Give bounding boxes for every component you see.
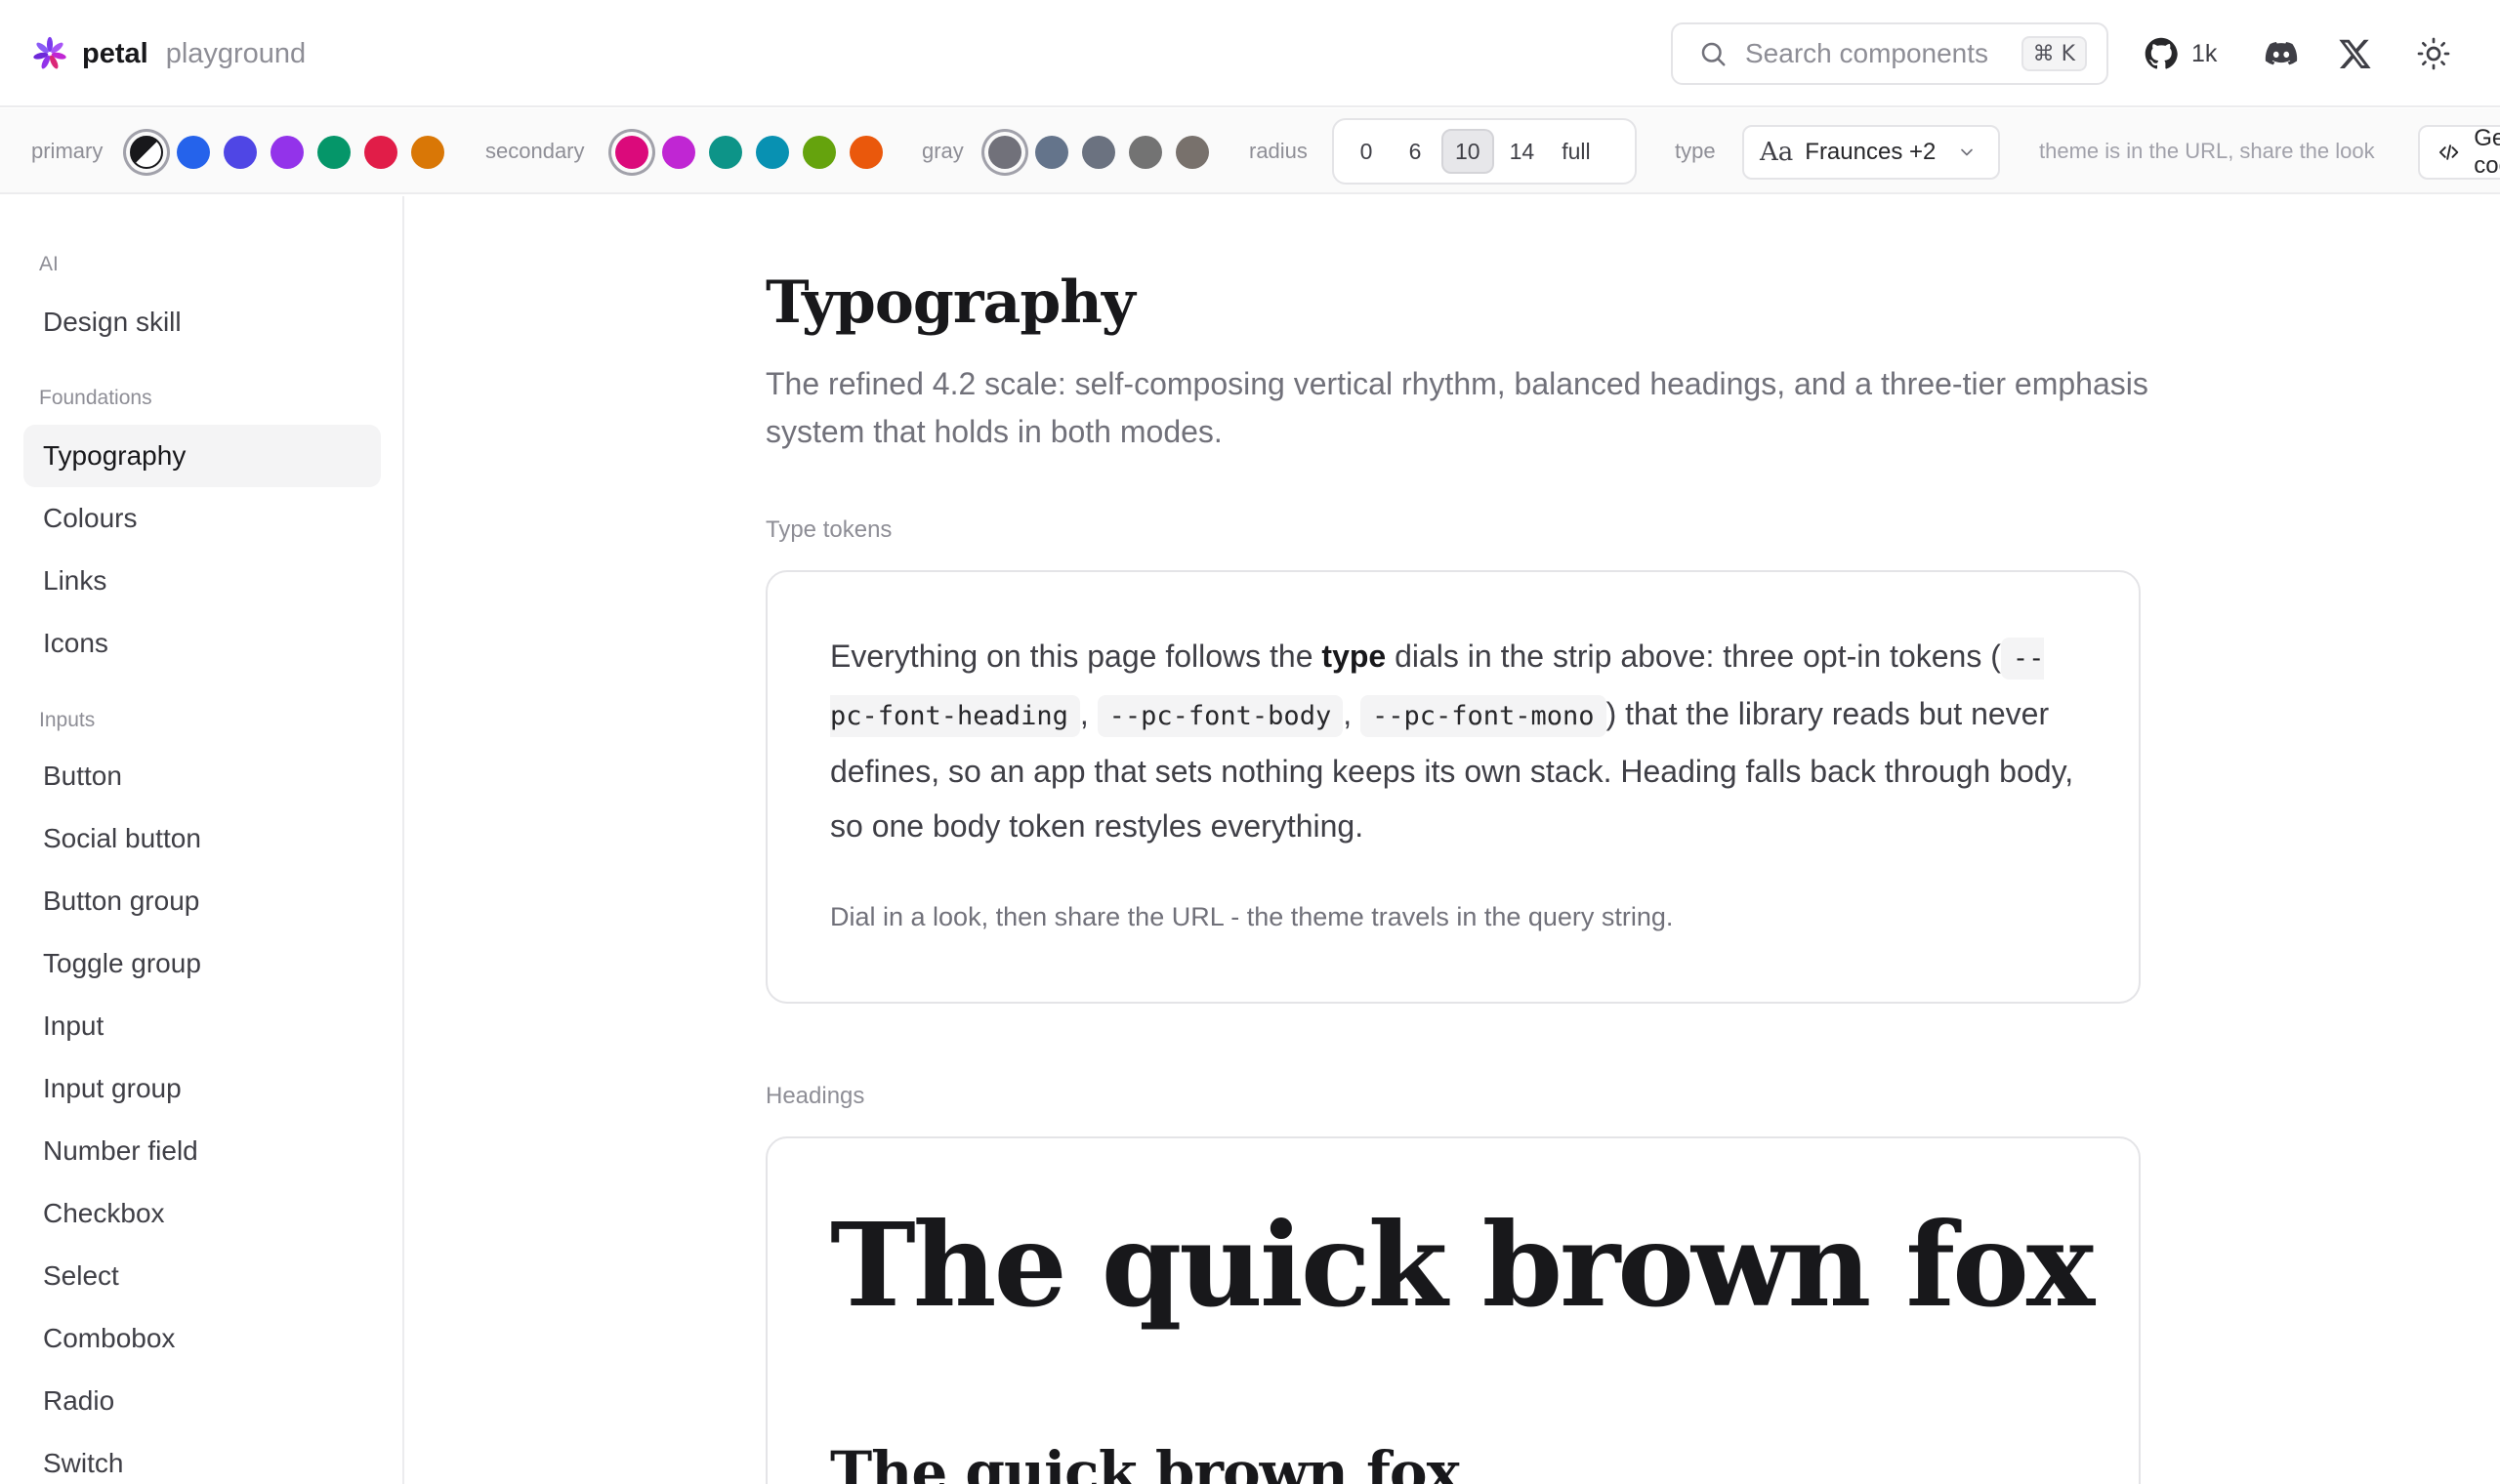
nav-group-ai: AI: [39, 253, 59, 275]
type-tokens-note: Dial in a look, then share the URL - the…: [830, 902, 1674, 931]
search-icon: [1701, 42, 1726, 66]
sidebar-item-number-field[interactable]: Number field: [23, 1120, 381, 1182]
gray-swatch-neutral[interactable]: [1129, 136, 1162, 169]
gray-swatch-slate[interactable]: [1035, 136, 1068, 169]
brand[interactable]: petal playground: [31, 0, 306, 107]
sidebar-item-typography[interactable]: Typography: [23, 425, 381, 487]
radius-option-6[interactable]: 6: [1393, 129, 1438, 174]
code-icon: [2438, 144, 2459, 160]
headings-card: The quick brown fox The quick brown fox: [766, 1136, 2141, 1484]
secondary-swatch-fuchsia[interactable]: [662, 136, 695, 169]
sidebar-item-colours[interactable]: Colours: [23, 487, 381, 550]
petal-logo-icon: [33, 36, 66, 69]
radius-option-full[interactable]: full: [1550, 129, 1602, 174]
x-icon[interactable]: [2338, 36, 2373, 71]
sidebar-item-input-group[interactable]: Input group: [23, 1057, 381, 1120]
section-label-headings: Headings: [766, 1083, 865, 1109]
github-icon: [2145, 37, 2178, 69]
primary-swatch-neutral[interactable]: [130, 136, 163, 169]
top-header: petal playground Search components ⌘ K 1…: [0, 0, 2500, 107]
type-keyword: type: [1321, 639, 1387, 674]
radius-label: radius: [1249, 139, 1308, 163]
search-shortcut-badge: ⌘ K: [2021, 36, 2087, 71]
primary-swatch-indigo[interactable]: [224, 136, 257, 169]
sidebar-item-switch[interactable]: Switch: [23, 1432, 381, 1484]
gray-swatch-zinc[interactable]: [988, 136, 1021, 169]
radius-option-10[interactable]: 10: [1441, 129, 1494, 174]
search-input[interactable]: Search components ⌘ K: [1671, 22, 2108, 85]
sidebar-item-button[interactable]: Button: [23, 745, 381, 807]
chevron-down-icon: [1961, 148, 1974, 156]
type-tokens-card: Everything on this page follows the type…: [766, 570, 2141, 1004]
secondary-swatch-cyan[interactable]: [756, 136, 789, 169]
secondary-swatch-teal[interactable]: [709, 136, 742, 169]
gray-swatch-stone[interactable]: [1176, 136, 1209, 169]
sidebar-item-input[interactable]: Input: [23, 995, 381, 1057]
primary-swatch-rose[interactable]: [364, 136, 397, 169]
radius-option-14[interactable]: 14: [1498, 129, 1547, 174]
theme-strip: primary secondary gray radius 0 6 10 14 …: [0, 108, 2500, 194]
type-font-select[interactable]: Aa Fraunces +2: [1742, 125, 2000, 180]
brand-subtitle: playground: [165, 37, 307, 69]
get-code-label: Get code: [2474, 125, 2500, 179]
secondary-swatch-orange[interactable]: [850, 136, 883, 169]
github-star-count: 1k: [2191, 39, 2218, 67]
primary-label: primary: [31, 139, 104, 163]
secondary-swatch-lime[interactable]: [803, 136, 836, 169]
sidebar-item-combobox[interactable]: Combobox: [23, 1307, 381, 1370]
share-note: theme is in the URL, share the look: [2039, 139, 2375, 163]
github-link[interactable]: 1k: [2145, 0, 2217, 107]
token-font-mono: --pc-font-mono: [1359, 695, 1606, 737]
page-title: Typography: [766, 268, 1136, 337]
sidebar-item-checkbox[interactable]: Checkbox: [23, 1182, 381, 1245]
radius-option-0[interactable]: 0: [1344, 129, 1389, 174]
type-label: type: [1675, 139, 1716, 163]
sidebar-item-social-button[interactable]: Social button: [23, 807, 381, 870]
secondary-label: secondary: [485, 139, 585, 163]
sidebar-item-select[interactable]: Select: [23, 1245, 381, 1307]
secondary-swatch-pink[interactable]: [615, 136, 648, 169]
font-preview-icon: Aa: [1760, 138, 1794, 167]
nav-group-foundations: Foundations: [39, 387, 152, 409]
sidebar-item-radio[interactable]: Radio: [23, 1370, 381, 1432]
main-content: Typography The refined 4.2 scale: self-c…: [406, 196, 2500, 1484]
gray-swatch-gray[interactable]: [1082, 136, 1115, 169]
token-font-body: --pc-font-body: [1097, 695, 1344, 737]
sidebar-item-links[interactable]: Links: [23, 550, 381, 612]
nav-group-inputs: Inputs: [39, 709, 96, 731]
heading-sample-h2: The quick brown fox: [830, 1439, 1460, 1484]
sidebar-item-button-group[interactable]: Button group: [23, 870, 381, 932]
page-description: The refined 4.2 scale: self-composing ve…: [766, 366, 2148, 449]
gray-label: gray: [922, 139, 964, 163]
primary-swatch-purple[interactable]: [271, 136, 304, 169]
search-placeholder: Search components: [1745, 38, 1989, 68]
discord-icon[interactable]: [2264, 36, 2299, 71]
type-tokens-text: Everything on this page follows the type…: [830, 638, 2074, 844]
primary-swatch-green[interactable]: [317, 136, 351, 169]
primary-swatch-blue[interactable]: [177, 136, 210, 169]
sidebar-item-icons[interactable]: Icons: [23, 612, 381, 675]
heading-sample-h1: The quick brown fox: [830, 1197, 2095, 1333]
section-label-type-tokens: Type tokens: [766, 516, 893, 543]
primary-swatch-amber[interactable]: [411, 136, 444, 169]
type-font-value: Fraunces +2: [1805, 139, 1937, 165]
sidebar-nav: AI Design skill Foundations Typography C…: [0, 196, 404, 1484]
sidebar-item-design-skill[interactable]: Design skill: [23, 291, 381, 353]
get-code-button[interactable]: Get code: [2418, 125, 2500, 180]
brand-name: petal: [82, 37, 148, 69]
radius-toggle-group: 0 6 10 14 full: [1332, 118, 1637, 185]
sidebar-item-toggle-group[interactable]: Toggle group: [23, 932, 381, 995]
sun-icon[interactable]: [2416, 36, 2451, 71]
